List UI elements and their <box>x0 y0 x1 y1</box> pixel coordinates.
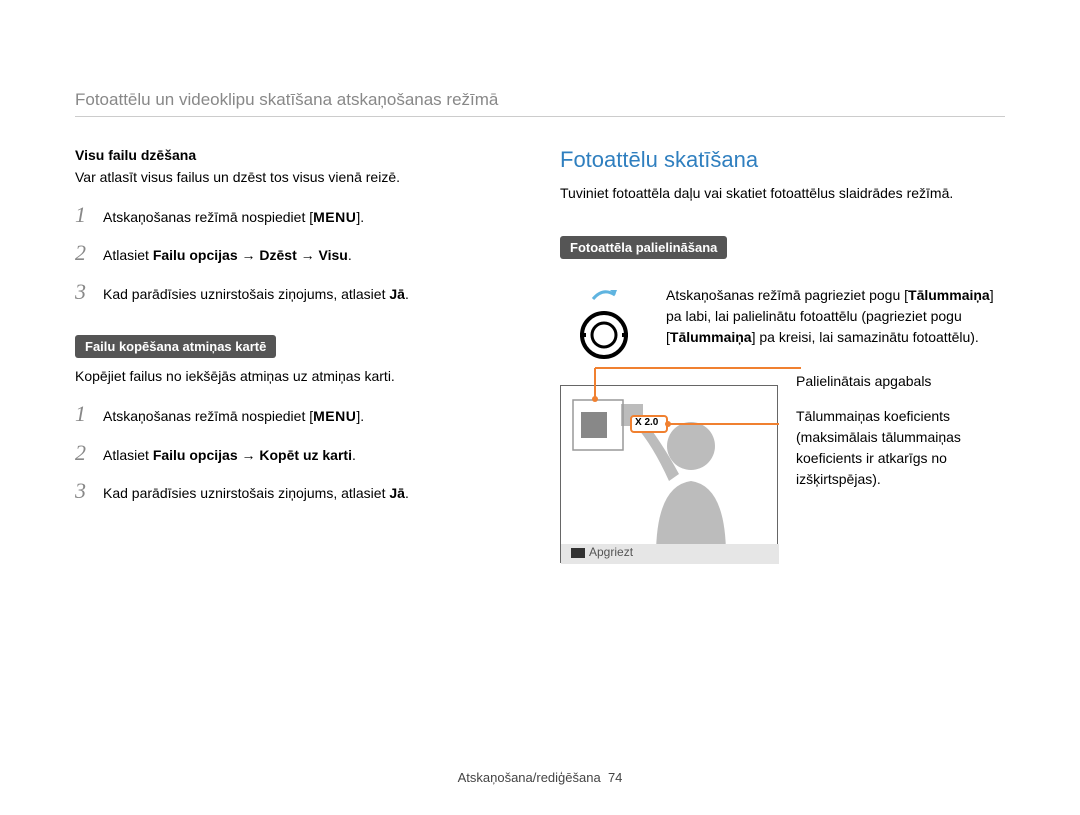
right-desc: Tuviniet fotoattēla daļu vai skatiet fot… <box>560 183 1005 204</box>
footer-page: 74 <box>608 770 622 785</box>
callouts: Palielinātais apgabals Tālummaiņas koefi… <box>796 385 1005 563</box>
knob-text: Atskaņošanas režīmā pagrieziet pogu [Tāl… <box>666 285 1005 367</box>
zoom-screen: X 2.0 Apgriezt <box>560 385 778 563</box>
rotate-arrow-icon <box>591 285 617 303</box>
page-header: Fotoattēlu un videoklipu skatīšana atska… <box>75 90 1005 117</box>
step-text-part: . <box>348 247 352 263</box>
step-bold: Jā <box>389 286 405 302</box>
step-text: Kad parādīsies uznirstošais ziņojums, at… <box>103 283 409 305</box>
screen-bottom-label: Apgriezt <box>589 545 633 559</box>
step-text-part: ]. <box>356 209 364 225</box>
step-text-part: . <box>405 485 409 501</box>
step-text-part: Atlasiet <box>103 447 153 463</box>
page-footer: Atskaņošana/rediģēšana 74 <box>0 770 1080 785</box>
step-text-part: Atlasiet <box>103 247 153 263</box>
step-text: Atskaņošanas režīmā nospiediet [MENU]. <box>103 405 364 427</box>
knob-bold: Tālummaiņa <box>908 287 990 303</box>
step-text-part: . <box>405 286 409 302</box>
callout-zoom-coeff: Tālummaiņas koeficients (maksimālais tāl… <box>796 406 1005 490</box>
content-columns: Visu failu dzēšana Var atlasīt visus fai… <box>75 147 1005 563</box>
step-row: 3 Kad parādīsies uznirstošais ziņojums, … <box>75 478 520 504</box>
zoom-screen-illustration <box>561 386 779 564</box>
step-number: 1 <box>75 401 93 427</box>
knob-row: Atskaņošanas režīmā pagrieziet pogu [Tāl… <box>560 285 1005 367</box>
step-row: 2 Atlasiet Failu opcijas → Dzēst → Visu. <box>75 240 520 266</box>
step-row: 3 Kad parādīsies uznirstošais ziņojums, … <box>75 279 520 305</box>
step-row: 1 Atskaņošanas režīmā nospiediet [MENU]. <box>75 401 520 427</box>
section1-heading: Visu failu dzēšana <box>75 147 520 163</box>
step-number: 3 <box>75 279 93 305</box>
step-text: Atskaņošanas režīmā nospiediet [MENU]. <box>103 206 364 228</box>
step-bold: Failu opcijas → Kopēt uz karti <box>153 447 352 463</box>
right-pill: Fotoattēla palielināšana <box>560 236 727 259</box>
step-number: 2 <box>75 240 93 266</box>
step-text-part: ]. <box>356 408 364 424</box>
step-text: Atlasiet Failu opcijas → Kopēt uz karti. <box>103 444 356 466</box>
step-text-part: Atskaņošanas režīmā nospiediet [ <box>103 408 313 424</box>
footer-label: Atskaņošana/rediģēšana <box>458 770 601 785</box>
screen-row: X 2.0 Apgriezt Palielinātais apgabals Tā… <box>560 385 1005 563</box>
step-number: 1 <box>75 202 93 228</box>
step-text-part: . <box>352 447 356 463</box>
menu-label: MENU <box>313 209 356 225</box>
left-column: Visu failu dzēšana Var atlasīt visus fai… <box>75 147 520 563</box>
knob-icon <box>580 308 628 362</box>
step-text: Atlasiet Failu opcijas → Dzēst → Visu. <box>103 244 352 266</box>
step-text-part: Kad parādīsies uznirstošais ziņojums, at… <box>103 286 389 302</box>
step-row: 2 Atlasiet Failu opcijas → Kopēt uz kart… <box>75 440 520 466</box>
knob-bold: Tālummaiņa <box>670 329 752 345</box>
right-title: Fotoattēlu skatīšana <box>560 147 1005 173</box>
callout-enlarged-area: Palielinātais apgabals <box>796 371 1005 392</box>
knob-text-part: Atskaņošanas režīmā pagrieziet pogu [ <box>666 287 908 303</box>
zoom-badge: X 2.0 <box>635 417 658 428</box>
step-bold: Failu opcijas → Dzēst → Visu <box>153 247 348 263</box>
menu-label: MENU <box>313 408 356 424</box>
step-row: 1 Atskaņošanas režīmā nospiediet [MENU]. <box>75 202 520 228</box>
section2-pill: Failu kopēšana atmiņas kartē <box>75 335 276 358</box>
leader-line <box>591 368 791 388</box>
section2-desc: Kopējiet failus no iekšējās atmiņas uz a… <box>75 366 520 387</box>
knob-text-part: ] pa kreisi, lai samazinātu fotoattēlu). <box>752 329 979 345</box>
step-text-part: Kad parādīsies uznirstošais ziņojums, at… <box>103 485 389 501</box>
section1-desc: Var atlasīt visus failus un dzēst tos vi… <box>75 167 520 188</box>
step-bold: Jā <box>389 485 405 501</box>
step-number: 3 <box>75 478 93 504</box>
step-text-part: Atskaņošanas režīmā nospiediet [ <box>103 209 313 225</box>
step-text: Kad parādīsies uznirstošais ziņojums, at… <box>103 482 409 504</box>
right-column: Fotoattēlu skatīšana Tuviniet fotoattēla… <box>560 147 1005 563</box>
zoom-knob-graphic <box>560 285 648 367</box>
step-number: 2 <box>75 440 93 466</box>
